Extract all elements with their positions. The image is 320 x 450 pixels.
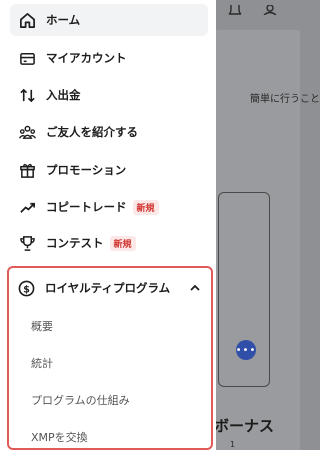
chevron-up-icon[interactable] xyxy=(187,280,203,296)
background-subtitle: 簡単に行うこと xyxy=(250,94,320,105)
loyalty-subitem-overview[interactable]: 概要 xyxy=(31,318,53,334)
loyalty-subitem-how-it-works[interactable]: プログラムの仕組み xyxy=(31,392,130,408)
bonus-subtext: 1 xyxy=(230,440,236,449)
transfer-arrows-icon xyxy=(18,86,36,104)
bonus-title: ボーナス xyxy=(214,417,275,435)
menu-item-contest[interactable]: コンテスト 新規 xyxy=(10,227,208,259)
wallet-card-icon xyxy=(18,49,36,67)
new-badge: 新規 xyxy=(132,199,159,215)
new-badge: 新規 xyxy=(109,235,136,251)
gift-icon xyxy=(18,161,36,179)
menu-item-label: 入出金 xyxy=(46,88,81,102)
loyalty-subitem-statistics[interactable]: 統計 xyxy=(31,355,53,371)
more-button[interactable]: ••• xyxy=(236,340,256,360)
menu-item-promotions[interactable]: プロモーション xyxy=(10,154,208,186)
menu-item-deposit-withdraw[interactable]: 入出金 xyxy=(10,79,208,111)
bell-icon[interactable] xyxy=(228,0,242,15)
side-drawer: ホーム マイアカウント 入出金 ご友人を紹介する プロモーション コピートレード… xyxy=(0,0,216,450)
loyalty-subitem-exchange-xmp[interactable]: XMPを交換 xyxy=(31,429,88,445)
people-group-icon xyxy=(18,123,36,141)
home-icon xyxy=(18,11,36,29)
menu-item-label: ホーム xyxy=(46,13,81,27)
loyalty-program-label: ロイヤルティプログラム xyxy=(45,281,171,295)
loyalty-program-toggle[interactable]: $ ロイヤルティプログラム xyxy=(17,276,207,300)
menu-item-refer-friends[interactable]: ご友人を紹介する xyxy=(10,116,208,148)
menu-item-label: プロモーション xyxy=(46,163,127,177)
trophy-icon xyxy=(18,234,36,252)
menu-item-home[interactable]: ホーム xyxy=(10,4,208,36)
trend-up-icon xyxy=(18,198,36,216)
menu-item-label: コンテスト xyxy=(46,236,104,250)
svg-text:$: $ xyxy=(23,284,30,295)
loyalty-program-section: $ ロイヤルティプログラム 概要 統計 プログラムの仕組み XMPを交換 xyxy=(7,266,213,450)
menu-item-my-account[interactable]: マイアカウント xyxy=(10,42,208,74)
menu-item-label: マイアカウント xyxy=(46,51,127,65)
menu-item-label: コピートレード xyxy=(46,200,127,214)
dollar-coin-icon: $ xyxy=(17,279,35,297)
menu-item-label: ご友人を紹介する xyxy=(46,125,138,139)
profile-icon[interactable] xyxy=(263,0,277,16)
menu-item-copy-trade[interactable]: コピートレード 新規 xyxy=(10,191,208,223)
